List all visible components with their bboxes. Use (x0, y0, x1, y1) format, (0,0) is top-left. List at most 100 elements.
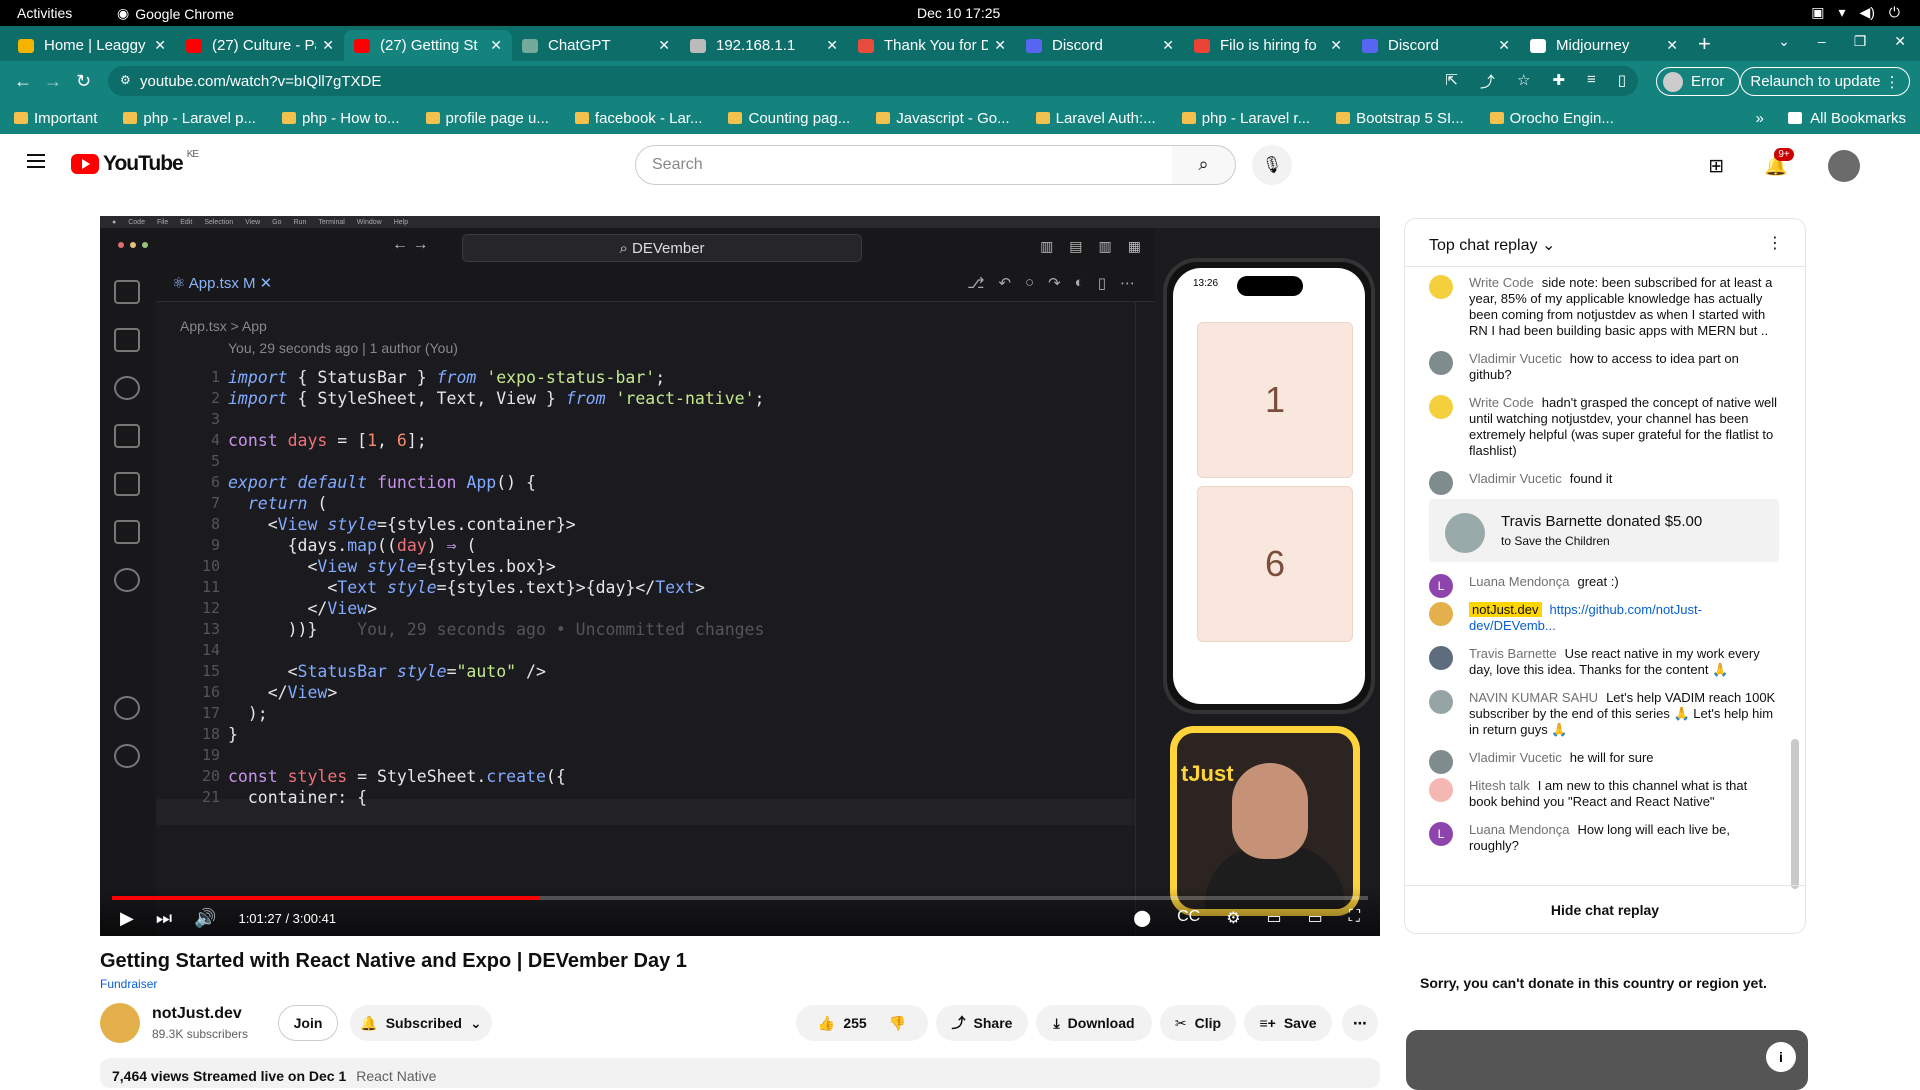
volume-icon[interactable]: 🔊 (194, 908, 216, 929)
clip-button[interactable]: ✂ Clip (1160, 1005, 1236, 1041)
close-icon[interactable]: ✕ (322, 37, 334, 54)
miniplayer-icon[interactable]: ▭ (1267, 908, 1282, 928)
active-app[interactable]: ◉ Google Chrome (117, 5, 234, 22)
chat-avatar[interactable] (1429, 646, 1453, 670)
channel-name[interactable]: notJust.dev (152, 1005, 242, 1023)
notifications-button[interactable]: 🔔 9+ (1764, 148, 1794, 178)
relaunch-button[interactable]: Relaunch to update ⋮ (1740, 67, 1910, 96)
sidepanel-icon[interactable]: ▯ (1618, 71, 1626, 92)
close-icon[interactable]: ✕ (1666, 37, 1678, 54)
hide-chat-button[interactable]: Hide chat replay (1405, 885, 1805, 933)
fundraiser-thumbnail[interactable]: i (1406, 1030, 1808, 1090)
chat-author[interactable]: Luana Mendonça (1469, 574, 1569, 589)
tab-search-icon[interactable]: ⌄ (1778, 33, 1790, 50)
chat-author[interactable]: Write Code (1469, 275, 1534, 290)
close-icon[interactable]: ✕ (826, 37, 838, 54)
owner-badge[interactable]: notJust.dev (1469, 602, 1542, 617)
close-icon[interactable]: ✕ (154, 37, 166, 54)
bookmark-item[interactable]: Javascript - Go... (876, 110, 1010, 127)
browser-tab[interactable]: Discord ✕ (1016, 30, 1184, 61)
close-icon[interactable]: ✕ (1162, 37, 1174, 54)
save-button[interactable]: ≡+ Save (1244, 1005, 1332, 1041)
maximize-icon[interactable]: ❐ (1854, 33, 1867, 50)
close-icon[interactable]: ✕ (490, 37, 502, 54)
url-bar[interactable]: ⚙ youtube.com/watch?v=bIQll7gTXDE ⇱ ⤴ ☆ ✚ ≡ ▯ (108, 66, 1638, 96)
close-icon[interactable]: ✕ (658, 37, 670, 54)
chat-author[interactable]: Travis Barnette (1469, 646, 1557, 661)
chat-author[interactable]: Vladimir Vucetic (1469, 750, 1562, 765)
chat-avatar[interactable] (1429, 395, 1453, 419)
bookmark-item[interactable]: profile page u... (425, 110, 549, 127)
forward-button[interactable]: → (44, 71, 62, 92)
menu-icon[interactable] (27, 154, 45, 168)
new-tab-button[interactable]: + (1698, 31, 1711, 57)
browser-tab[interactable]: Filo is hiring fo ✕ (1184, 30, 1352, 61)
settings-icon[interactable]: ⚙ (1226, 908, 1240, 928)
chat-author[interactable]: Luana Mendonça (1469, 822, 1569, 837)
info-icon[interactable]: i (1766, 1042, 1796, 1072)
browser-tab[interactable]: Discord ✕ (1352, 30, 1520, 61)
chat-header[interactable]: Top chat replay ⌄ (1405, 219, 1805, 267)
chat-avatar[interactable] (1429, 275, 1453, 299)
browser-tab[interactable]: (27) Culture - Pa ✕ (176, 30, 344, 61)
bookmark-item[interactable]: php - How to... (281, 110, 400, 127)
close-icon[interactable]: ✕ (1498, 37, 1510, 54)
close-window-icon[interactable]: ✕ (1894, 33, 1906, 50)
next-icon[interactable]: ⏭ (156, 908, 172, 929)
system-tray[interactable]: ▣ ▾ ◀) ⏻ (1811, 4, 1900, 21)
more-actions-button[interactable]: ⋯ (1342, 1005, 1378, 1041)
close-icon[interactable]: ✕ (1330, 37, 1342, 54)
browser-tab[interactable]: (27) Getting St ✕ (344, 30, 512, 61)
play-icon[interactable]: ▶ (120, 908, 134, 929)
back-button[interactable]: ← (14, 71, 32, 92)
bookmark-item[interactable]: Orocho Engin... (1489, 110, 1614, 127)
activities-button[interactable]: Activities (17, 5, 72, 21)
tag-link[interactable]: React Native (356, 1068, 436, 1084)
browser-tab[interactable]: 192.168.1.1 ✕ (680, 30, 848, 61)
chat-author[interactable]: Hitesh talk (1469, 778, 1530, 793)
bookmark-item[interactable]: Counting pag... (728, 110, 850, 127)
chat-author[interactable]: NAVIN KUMAR SAHU (1469, 690, 1598, 705)
chat-avatar[interactable] (1429, 351, 1453, 375)
bookmark-item[interactable]: Bootstrap 5 SI... (1336, 110, 1464, 127)
channel-avatar[interactable] (100, 1003, 140, 1043)
profile-error-button[interactable]: Error (1656, 67, 1740, 96)
browser-tab[interactable]: Midjourney ✕ (1520, 30, 1688, 61)
window-controls[interactable]: ⌄ – ❐ ✕ (1778, 33, 1906, 50)
browser-tab[interactable]: Thank You for D ✕ (848, 30, 1016, 61)
autoplay-toggle[interactable]: ⬤ (1133, 908, 1151, 928)
browser-tab[interactable]: Home | Leaggy ✕ (8, 30, 176, 61)
fundraiser-badge[interactable]: Fundraiser (100, 977, 157, 991)
chat-more-icon[interactable]: ⋮ (1767, 233, 1783, 253)
theater-icon[interactable]: ▭ (1308, 908, 1323, 928)
chat-avatar[interactable] (1429, 471, 1453, 495)
close-icon[interactable]: ✕ (994, 37, 1006, 54)
download-button[interactable]: ⤓ Download (1036, 1005, 1152, 1041)
bookmark-item[interactable]: Laravel Auth:... (1035, 110, 1156, 127)
chat-avatar[interactable]: L (1429, 574, 1453, 598)
chat-avatar[interactable]: L (1429, 822, 1453, 846)
like-dislike-button[interactable]: 👍 255 👎 (796, 1005, 928, 1041)
video-player[interactable]: ● Code File Edit Selection View Go Run Terminal W… (100, 216, 1380, 936)
reload-button[interactable]: ↻ (76, 71, 91, 92)
share-icon[interactable]: ⤴ (1480, 71, 1495, 92)
bookmark-item[interactable]: Important (14, 110, 97, 127)
search-button[interactable]: ⌕ (1172, 145, 1236, 185)
chat-avatar[interactable] (1429, 602, 1453, 626)
browser-tab[interactable]: ChatGPT ✕ (512, 30, 680, 61)
minimize-icon[interactable]: – (1818, 33, 1826, 50)
media-icon[interactable]: ≡ (1587, 71, 1596, 92)
create-icon[interactable]: ⊞ (1708, 155, 1724, 178)
share-button[interactable]: ⤴ Share (936, 1005, 1028, 1041)
donor-avatar[interactable] (1445, 513, 1485, 553)
chat-avatar[interactable] (1429, 690, 1453, 714)
description-box[interactable]: 7,464 views Streamed live on Dec 1 React … (100, 1058, 1380, 1088)
bookmark-star-icon[interactable]: ☆ (1517, 71, 1530, 92)
chat-avatar[interactable] (1429, 778, 1453, 802)
subscribed-button[interactable]: 🔔 Subscribed ⌄ (350, 1005, 492, 1041)
extensions-icon[interactable]: ✚ (1552, 71, 1565, 92)
chat-avatar[interactable] (1429, 750, 1453, 774)
install-icon[interactable]: ⇱ (1445, 71, 1458, 92)
site-info-icon[interactable]: ⚙ (120, 73, 131, 87)
search-input[interactable]: Search (635, 145, 1173, 185)
